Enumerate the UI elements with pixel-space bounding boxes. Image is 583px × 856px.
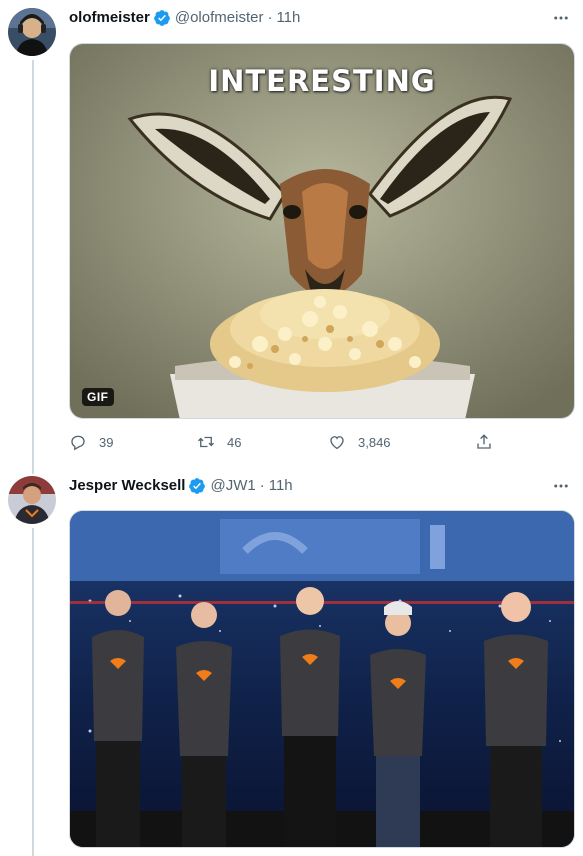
verified-badge-icon [153,10,170,26]
tweet-header: olofmeister @olofmeister · 11h [69,8,583,28]
tweet-actions: 39 46 3,846 [69,432,499,452]
retweet-count: 46 [227,434,242,450]
like-count: 3,846 [358,434,391,450]
more-icon [554,16,568,20]
timestamp[interactable]: 11h [276,8,300,28]
like-button[interactable]: 3,846 [328,432,391,452]
gif-caption: INTERESTING [208,64,436,98]
display-name[interactable]: olofmeister [69,8,150,28]
avatar[interactable] [8,476,56,524]
retweet-button[interactable]: 46 [197,432,241,452]
like-icon [330,436,344,450]
retweet-icon [198,436,214,448]
tweet[interactable]: Jesper Wecksell @JW1 · 11h [0,468,583,856]
handle[interactable]: @JW1 [210,476,255,496]
avatar[interactable] [8,8,56,56]
tweet-header: Jesper Wecksell @JW1 · 11h [69,476,583,496]
handle[interactable]: @olofmeister [175,8,264,28]
more-button[interactable] [551,8,571,28]
more-icon [554,484,568,488]
share-icon [477,434,491,449]
gif-frame [70,44,574,418]
gif-badge: GIF [82,388,114,406]
reply-icon [71,435,85,451]
tweet[interactable]: olofmeister @olofmeister · 11h INTERESTI… [0,0,583,474]
verified-badge-icon [189,478,206,494]
tweet-gif[interactable]: INTERESTING GIF [69,43,575,419]
timestamp[interactable]: 11h [269,476,293,496]
share-button[interactable] [475,432,493,452]
separator: · [259,477,265,494]
more-button[interactable] [551,476,571,496]
tweet-photo[interactable] [69,510,575,848]
reply-button[interactable]: 39 [69,432,113,452]
team-photo [70,511,574,847]
display-name[interactable]: Jesper Wecksell [69,476,185,496]
separator: · [267,9,273,26]
reply-count: 39 [99,434,114,450]
